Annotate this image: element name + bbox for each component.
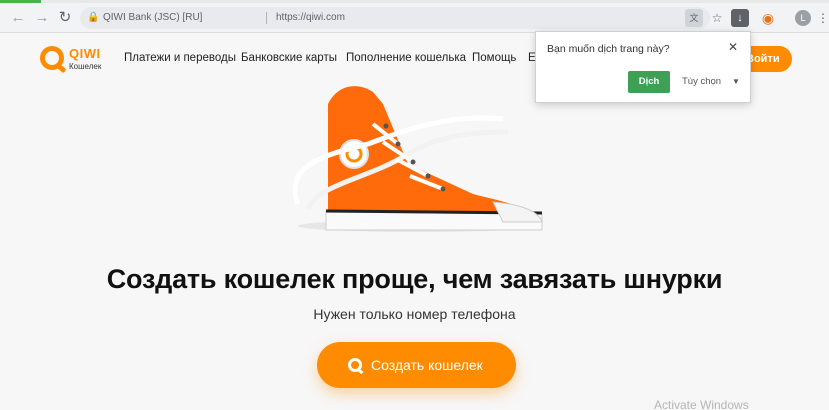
reload-icon[interactable]: ↻ <box>55 8 75 28</box>
nav-payments[interactable]: Платежи и переводы <box>124 52 236 64</box>
nav-wallet-topup[interactable]: Пополнение кошелька <box>346 52 466 64</box>
translate-popup: Bạn muốn dịch trang này? ✕ Dịch Tùy chọn… <box>535 31 751 103</box>
chrome-extension-icon[interactable]: ◉ <box>759 9 777 27</box>
caret-down-icon: ▼ <box>732 77 740 86</box>
address-bar[interactable]: 🔒 QIWI Bank (JSC) [RU] https://qiwi.com <box>80 7 710 29</box>
translate-question: Bạn muốn dịch trang này? <box>547 43 670 55</box>
translate-button[interactable]: Dịch <box>628 71 670 93</box>
translate-options-dropdown[interactable]: Tùy chọn ▼ <box>682 71 742 93</box>
qiwi-logo-icon <box>40 46 64 70</box>
back-arrow-icon[interactable]: ← <box>8 8 28 28</box>
qiwi-logo[interactable]: QIWI Кошелек <box>40 43 110 77</box>
nav-bank-cards[interactable]: Банковские карты <box>241 52 337 64</box>
translate-icon[interactable]: 文 <box>685 9 703 27</box>
create-wallet-button[interactable]: Создать кошелек <box>317 342 516 388</box>
bookmark-star-icon[interactable]: ☆ <box>708 9 726 27</box>
logo-brand: QIWI <box>69 46 101 61</box>
close-icon[interactable]: ✕ <box>726 40 740 54</box>
url-text[interactable]: https://qiwi.com <box>276 7 345 29</box>
browser-toolbar: ← → ↻ 🔒 QIWI Bank (JSC) [RU] https://qiw… <box>0 3 829 33</box>
kebab-menu-icon[interactable]: ⋮ <box>814 9 829 27</box>
address-separator <box>266 12 267 24</box>
hero-headline: Создать кошелек проще, чем завязать шнур… <box>106 264 723 294</box>
translate-options-label: Tùy chọn <box>682 76 722 87</box>
download-icon[interactable]: ↓ <box>731 9 749 27</box>
hero-subheadline: Нужен только номер телефона <box>313 306 516 322</box>
create-wallet-label: Создать кошелек <box>371 357 483 373</box>
logo-subtitle: Кошелек <box>69 62 102 71</box>
forward-arrow-icon[interactable]: → <box>32 8 52 28</box>
lock-icon[interactable]: 🔒 <box>87 7 99 29</box>
sneaker-illustration <box>292 86 543 232</box>
profile-avatar[interactable]: L <box>795 10 811 26</box>
qiwi-ring-icon <box>348 358 362 372</box>
site-identity: QIWI Bank (JSC) [RU] <box>103 12 203 23</box>
activate-windows-watermark: Activate Windows <box>654 398 749 410</box>
nav-help[interactable]: Помощь <box>472 52 516 64</box>
